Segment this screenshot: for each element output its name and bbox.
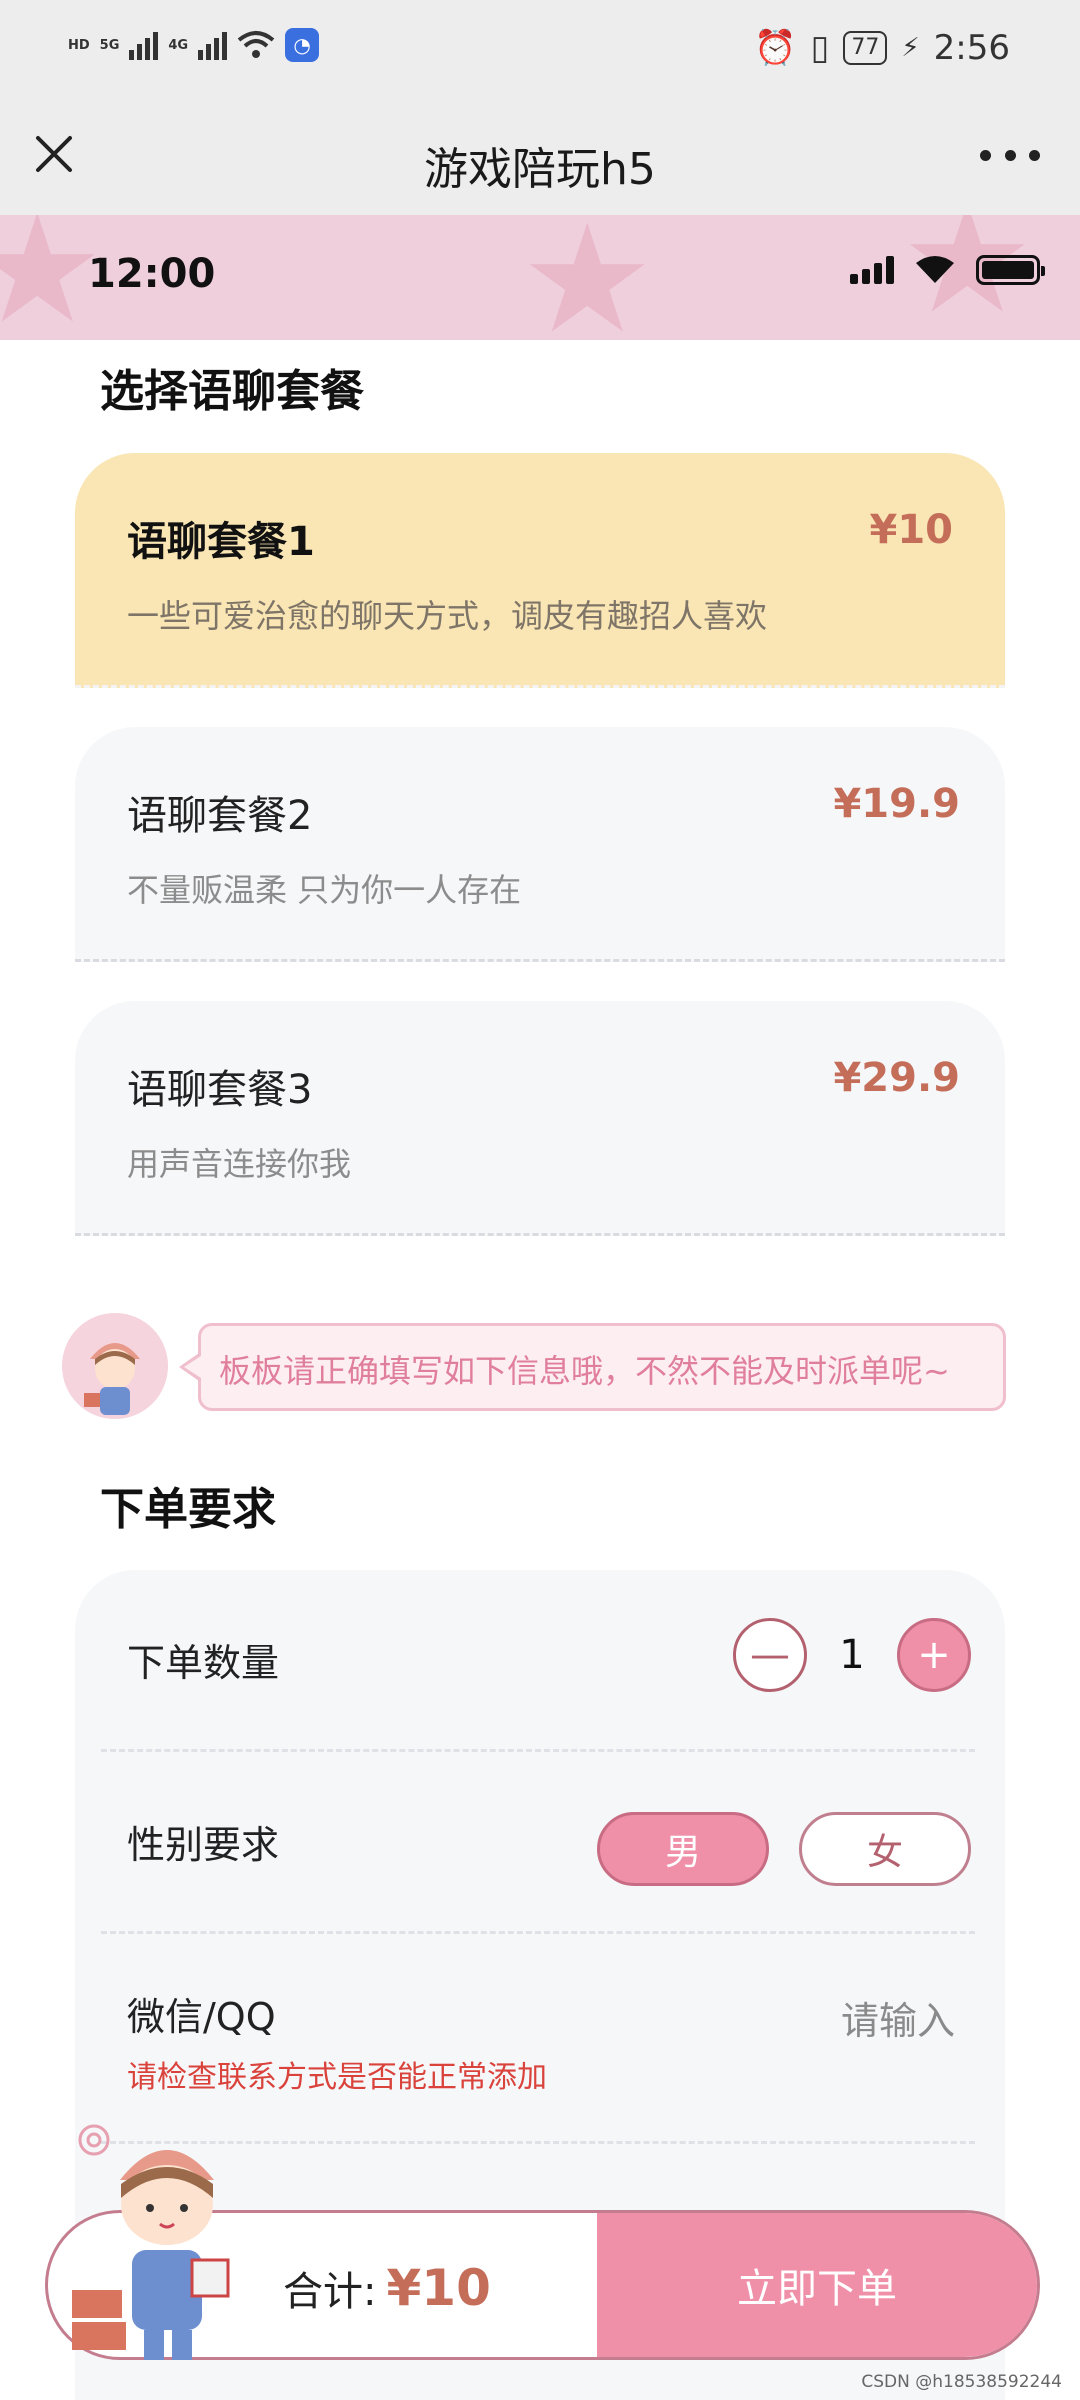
battery-level: 77 (843, 31, 888, 65)
submit-order-button[interactable]: 立即下单 (597, 2213, 1037, 2357)
network-indicators: HD 5G 4G ◔ (68, 28, 320, 62)
mascot-avatar-icon (62, 1313, 168, 1419)
app-status-icons (850, 255, 1045, 285)
page-title: 游戏陪玩h5 (424, 144, 656, 195)
signal-icon (129, 30, 159, 60)
title-bar: 游戏陪玩h5 (0, 105, 1080, 215)
package-desc: 不量贩温柔 只为你一人存在 (127, 871, 522, 909)
package-price: ¥19.9 (833, 781, 960, 827)
package-desc: 用声音连接你我 (127, 1145, 352, 1183)
package-desc: 一些可爱治愈的聊天方式，调皮有趣招人喜欢 (127, 597, 768, 635)
increase-button[interactable]: + (897, 1618, 971, 1692)
quantity-value: 1 (839, 1632, 865, 1678)
contact-warning: 请检查联系方式是否能正常添加 (127, 2060, 547, 2095)
avatar (62, 1313, 168, 1419)
total-label: 合计: (283, 2269, 377, 2315)
package-price: ¥29.9 (833, 1055, 960, 1101)
tip-text: 板板请正确填写如下信息哦，不然不能及时派单呢~ (219, 1352, 950, 1390)
gender-options: 男 女 (597, 1812, 971, 1886)
mascot-icon (72, 2124, 230, 2360)
gender-label: 性别要求 (127, 1823, 280, 1867)
package-name: 语聊套餐2 (127, 793, 313, 839)
system-status-bar: HD 5G 4G ◔ ⏰ ▯ 77 ⚡ 2:56 (0, 0, 1080, 105)
quantity-stepper: — 1 + (733, 1618, 971, 1692)
gender-male-button[interactable]: 男 (597, 1812, 769, 1886)
package-card-1[interactable]: 语聊套餐1 ¥10 一些可爱治愈的聊天方式，调皮有趣招人喜欢 (75, 453, 1005, 688)
package-price: ¥10 (869, 507, 954, 553)
total-price: 合计: ¥10 (283, 2259, 491, 2317)
gender-female-button[interactable]: 女 (799, 1812, 971, 1886)
battery-icon (976, 255, 1045, 285)
gender-row: 性别要求 男 女 (101, 1752, 975, 1934)
quantity-row: 下单数量 — 1 + (101, 1570, 975, 1752)
wifi-icon (237, 31, 275, 58)
contact-label: 微信/QQ (127, 1995, 276, 2039)
order-section-title: 下单要求 (100, 1484, 276, 1535)
watermark: CSDN @h18538592244 (861, 2372, 1062, 2392)
quantity-label: 下单数量 (127, 1641, 280, 1685)
tip-bubble: 板板请正确填写如下信息哦，不然不能及时派单呢~ (179, 1323, 1006, 1411)
hd-label: HD (68, 37, 90, 53)
alarm-icon: ⏰ (754, 28, 797, 68)
system-right-indicators: ⏰ ▯ 77 ⚡ 2:56 (754, 28, 1010, 68)
package-card-2[interactable]: 语聊套餐2 ¥19.9 不量贩温柔 只为你一人存在 (75, 727, 1005, 962)
app-header: ★ ★ ★ 12:00 (0, 215, 1080, 340)
wifi-icon (916, 256, 954, 283)
package-card-3[interactable]: 语聊套餐3 ¥29.9 用声音连接你我 (75, 1001, 1005, 1236)
4g-label: 4G (168, 37, 189, 53)
star-decoration: ★ (520, 215, 655, 340)
cellular-icon (850, 256, 894, 284)
signal-icon-2 (198, 30, 228, 60)
security-app-icon: ◔ (285, 28, 320, 62)
system-time: 2:56 (933, 28, 1010, 68)
vibrate-icon: ▯ (810, 28, 830, 68)
package-section-title: 选择语聊套餐 (100, 366, 364, 417)
package-name: 语聊套餐1 (127, 519, 315, 565)
charging-icon: ⚡ (901, 33, 920, 63)
app-time: 12:00 (88, 251, 216, 297)
more-options-icon[interactable] (980, 143, 1040, 167)
decrease-button[interactable]: — (733, 1618, 807, 1692)
5g-label: 5G (99, 37, 120, 53)
contact-input[interactable]: 请输入 (841, 1990, 955, 2045)
total-value: ¥10 (386, 2259, 491, 2317)
package-name: 语聊套餐3 (127, 1067, 313, 1113)
